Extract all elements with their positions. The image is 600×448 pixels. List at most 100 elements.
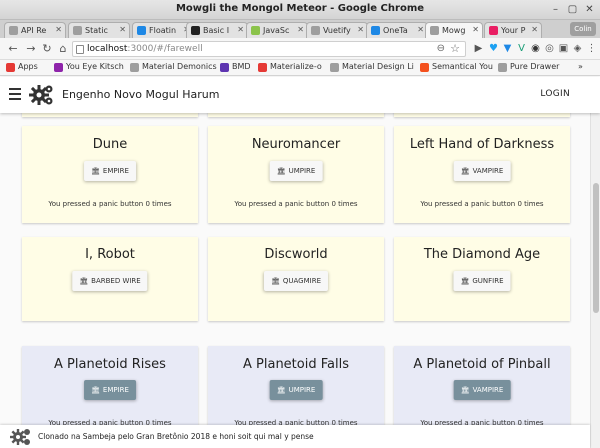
browser-tab[interactable]: Vuetify ✕	[306, 22, 368, 38]
browser-tab[interactable]: Floatin✕	[132, 22, 194, 38]
panic-button[interactable]: 🏛 EMPIRE	[84, 380, 136, 400]
login-button[interactable]: LOGIN	[540, 89, 570, 99]
extension-icon[interactable]: ▶	[473, 43, 484, 54]
page-info-icon[interactable]	[76, 45, 84, 54]
button-label: EMPIRE	[102, 386, 129, 394]
bookmark-item[interactable]: Pure Drawer	[498, 62, 559, 72]
browser-tab-active[interactable]: Mowg ✕	[425, 22, 483, 38]
bookmarks-overflow-button[interactable]: »	[578, 62, 583, 71]
browser-tab[interactable]: OneTa ✕	[366, 22, 428, 38]
bookmark-label: BMD	[232, 62, 251, 71]
bank-icon: 🏛	[460, 386, 470, 394]
card-title: The Diamond Age	[423, 247, 541, 262]
page-icon	[489, 26, 498, 35]
bookmark-item[interactable]: BMD	[220, 62, 251, 72]
tab-label: Mowg	[442, 26, 466, 35]
close-tab-icon[interactable]: ✕	[357, 25, 364, 34]
close-tab-icon[interactable]: ✕	[531, 25, 538, 34]
card-title: Left Hand of Darkness	[409, 137, 555, 152]
url-input[interactable]: localhost:3000/#/farewell ⊖ ☆	[72, 41, 466, 57]
scrollbar-thumb[interactable]	[593, 183, 599, 313]
close-tab-icon[interactable]: ✕	[297, 25, 304, 34]
book-card: I, Robot 🏛 BARBED WIRE	[22, 237, 198, 321]
bookmark-item[interactable]: Materialize-o	[258, 62, 322, 72]
panic-button[interactable]: 🏛 QUAGMIRE	[263, 271, 329, 291]
menu-icon[interactable]: ⋮	[586, 43, 597, 54]
panic-button[interactable]: 🏛 UMPIRE	[269, 161, 323, 181]
extension-icon[interactable]: ▣	[558, 43, 569, 54]
reload-icon[interactable]: ↻	[40, 42, 54, 56]
book-card: Discworld 🏛 QUAGMIRE	[208, 237, 384, 321]
browser-tab[interactable]: Basic I ✕	[186, 22, 248, 38]
browser-tab[interactable]: API Re ✕	[4, 22, 66, 38]
close-tab-icon[interactable]: ✕	[417, 25, 424, 34]
profile-button[interactable]: Colin	[570, 22, 596, 36]
panic-button[interactable]: 🏛 GUNFIRE	[453, 271, 511, 291]
page-icon	[73, 26, 82, 35]
window-title: Mowgli the Mongol Meteor - Google Chrome	[175, 3, 425, 14]
extension-icon[interactable]: ▼	[502, 43, 513, 54]
bookmark-item[interactable]: Material Demonics	[130, 62, 217, 72]
bookmarks-bar: Apps You Eye Kitsch Material Demonics BM…	[0, 60, 600, 76]
button-label: VAMPIRE	[472, 167, 504, 175]
bookmark-icon	[420, 63, 429, 72]
tab-label: Your P	[501, 26, 526, 35]
bookmark-label: Material Demonics	[142, 62, 217, 71]
card-title: I, Robot	[85, 247, 135, 262]
bookmark-item[interactable]: You Eye Kitsch	[54, 62, 124, 72]
page-footer: Clonado na Sambeja pelo Gran Bretônio 20…	[0, 425, 590, 448]
page-icon	[9, 26, 18, 35]
bookmark-icon	[130, 63, 139, 72]
extension-icon[interactable]: V	[516, 43, 527, 54]
url-host: localhost	[87, 44, 128, 54]
browser-tab[interactable]: Your P ✕	[484, 22, 542, 38]
page-icon	[137, 26, 146, 35]
bank-icon: 🏛	[79, 277, 89, 285]
gears-footer-icon	[10, 429, 30, 445]
browser-tab[interactable]: Static ✕	[68, 22, 130, 38]
panic-count-text: You pressed a panic button 0 times	[420, 200, 544, 208]
panic-button[interactable]: 🏛 VAMPIRE	[453, 380, 511, 400]
close-tab-icon[interactable]: ✕	[55, 25, 62, 34]
card-title: A Planetoid of Pinball	[413, 357, 551, 372]
tab-label: Basic I	[203, 26, 230, 35]
card-partial	[394, 113, 570, 117]
forward-icon[interactable]: →	[24, 42, 38, 56]
browser-tab[interactable]: JavaSc ✕	[246, 22, 308, 38]
zoom-icon[interactable]: ⊖	[437, 43, 445, 54]
bookmark-item[interactable]: Semantical You	[420, 62, 493, 72]
tab-label: Static	[85, 26, 108, 35]
button-label: QUAGMIRE	[282, 277, 322, 285]
panic-button[interactable]: 🏛 EMPIRE	[84, 161, 136, 181]
home-icon[interactable]: ⌂	[56, 42, 70, 56]
back-icon[interactable]: ←	[6, 42, 20, 56]
menu-hamburger-icon[interactable]	[9, 88, 21, 100]
bank-icon: 🏛	[270, 277, 280, 285]
panic-button[interactable]: 🏛 BARBED WIRE	[72, 271, 148, 291]
bookmark-label: Materialize-o	[270, 62, 322, 71]
book-card: Neuromancer 🏛 UMPIRE You pressed a panic …	[208, 126, 384, 223]
extension-icon[interactable]: ◈	[572, 43, 583, 54]
bookmark-item[interactable]: Material Design Li	[330, 62, 414, 72]
bookmark-star-icon[interactable]: ☆	[450, 42, 460, 55]
extension-twitter-icon[interactable]: ♥	[488, 43, 499, 54]
bookmark-label: Material Design Li	[342, 62, 414, 71]
bookmark-label: You Eye Kitsch	[66, 62, 124, 71]
minimize-icon[interactable]: –	[549, 3, 562, 16]
close-tab-icon[interactable]: ✕	[472, 25, 479, 34]
close-icon[interactable]: ✕	[583, 3, 596, 16]
panic-button[interactable]: 🏛 VAMPIRE	[453, 161, 511, 181]
bookmark-apps[interactable]: Apps	[6, 62, 38, 72]
app-title: Engenho Novo Mogul Harum	[62, 88, 220, 101]
panic-button[interactable]: 🏛 UMPIRE	[269, 380, 323, 400]
maximize-icon[interactable]: ▢	[566, 3, 579, 16]
close-tab-icon[interactable]: ✕	[119, 25, 126, 34]
close-tab-icon[interactable]: ✕	[237, 25, 244, 34]
extension-icon[interactable]: ◎	[544, 43, 555, 54]
tab-label: OneTa	[383, 26, 408, 35]
vertical-scrollbar[interactable]	[590, 113, 600, 448]
url-path: :3000/#/farewell	[127, 44, 203, 54]
bookmark-icon	[54, 63, 63, 72]
bookmark-icon	[498, 63, 507, 72]
extension-icon[interactable]: ◉	[530, 43, 541, 54]
